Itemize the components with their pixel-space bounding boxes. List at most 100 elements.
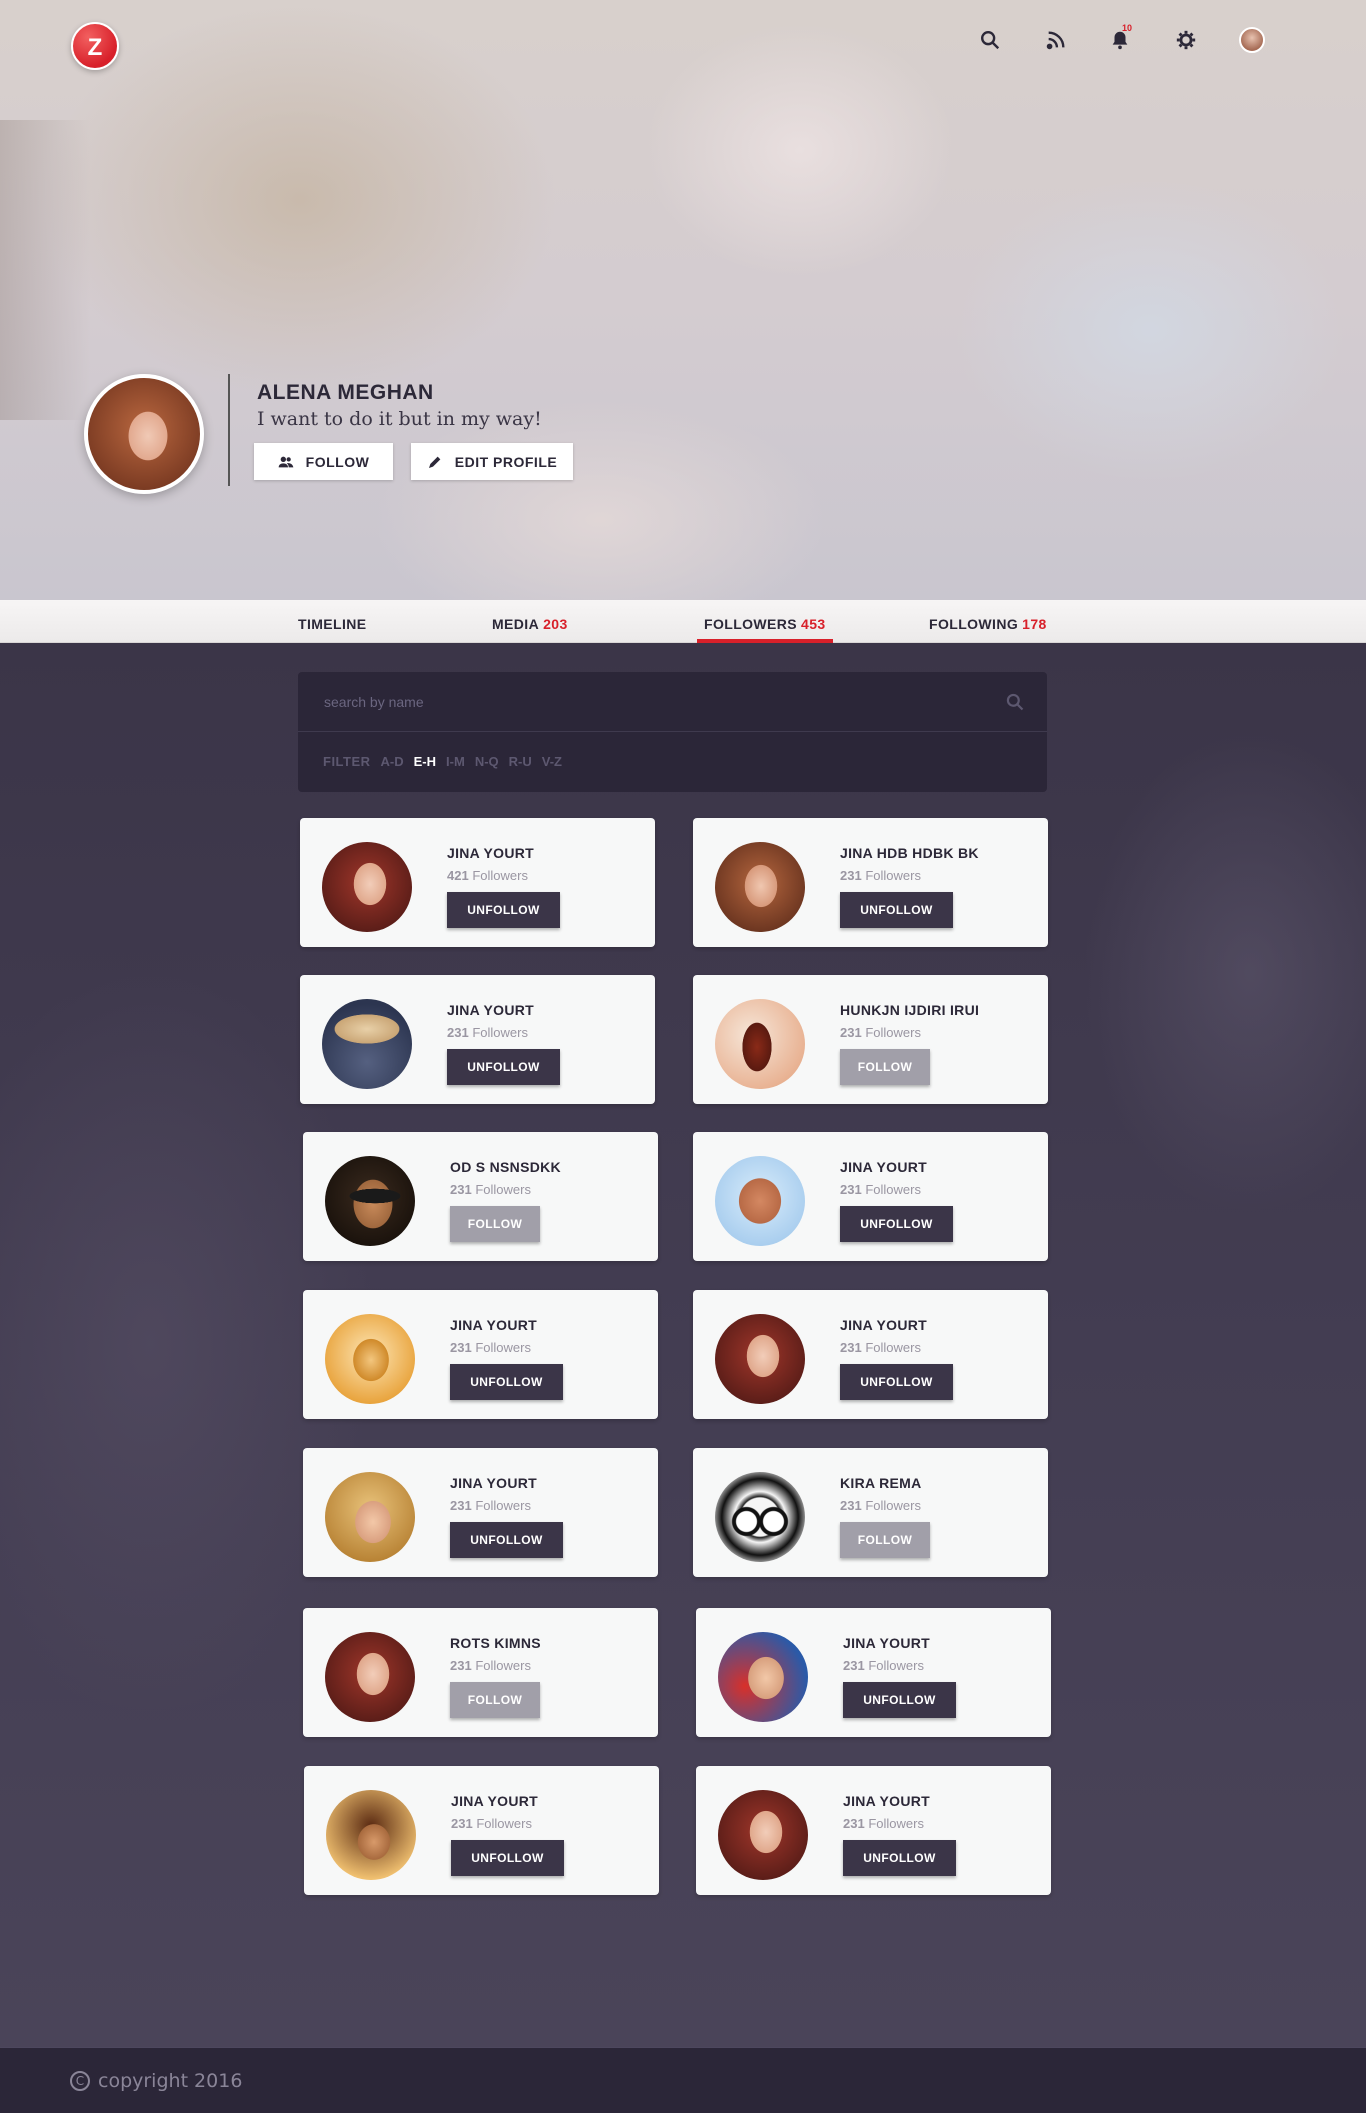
search-panel: FILTER A-D E-H I-M N-Q R-U V-Z bbox=[298, 672, 1047, 792]
follower-name[interactable]: JINA HDB HDBK BK bbox=[840, 845, 979, 861]
follower-count-number: 231 bbox=[840, 1025, 862, 1040]
top-nav: 10 bbox=[966, 23, 1366, 56]
follower-card: OD S NSNSDKK 231 Followers FOLLOW bbox=[303, 1132, 658, 1261]
follower-count-suffix: Followers bbox=[475, 1340, 531, 1355]
follower-name[interactable]: JINA YOURT bbox=[843, 1635, 930, 1651]
avatar[interactable] bbox=[322, 842, 412, 932]
unfollow-button[interactable]: UNFOLLOW bbox=[843, 1682, 956, 1718]
cover-shade bbox=[0, 120, 90, 420]
pencil-icon bbox=[428, 456, 441, 468]
follower-name[interactable]: JINA YOURT bbox=[447, 1002, 534, 1018]
follower-card: JINA YOURT 231 Followers UNFOLLOW bbox=[304, 1766, 659, 1895]
follower-count-suffix: Followers bbox=[865, 1340, 921, 1355]
follower-count-number: 421 bbox=[447, 868, 469, 883]
follower-count-suffix: Followers bbox=[476, 1816, 532, 1831]
follow-button[interactable]: FOLLOW bbox=[450, 1206, 540, 1242]
follow-button[interactable]: FOLLOW bbox=[840, 1049, 930, 1085]
follower-count-number: 231 bbox=[840, 1182, 862, 1197]
follower-count: 231 Followers bbox=[840, 1182, 921, 1197]
follower-name[interactable]: JINA YOURT bbox=[447, 845, 534, 861]
unfollow-button[interactable]: UNFOLLOW bbox=[450, 1522, 563, 1558]
avatar[interactable] bbox=[718, 1790, 808, 1880]
follower-name[interactable]: ROTS KIMNS bbox=[450, 1635, 541, 1651]
avatar[interactable] bbox=[715, 999, 805, 1089]
follower-name[interactable]: JINA YOURT bbox=[840, 1159, 927, 1175]
follower-count-number: 231 bbox=[840, 1340, 862, 1355]
follower-count-suffix: Followers bbox=[865, 1498, 921, 1513]
follower-card: KIRA REMA 231 Followers FOLLOW bbox=[693, 1448, 1048, 1577]
follower-card: JINA YOURT 231 Followers UNFOLLOW bbox=[696, 1766, 1051, 1895]
follower-name[interactable]: JINA YOURT bbox=[843, 1793, 930, 1809]
follower-name[interactable]: JINA YOURT bbox=[451, 1793, 538, 1809]
tab-count: 203 bbox=[543, 616, 568, 632]
main-background bbox=[0, 643, 1366, 2047]
follow-button[interactable]: FOLLOW bbox=[254, 443, 393, 480]
rss-icon[interactable] bbox=[1042, 26, 1070, 54]
search-icon[interactable] bbox=[1005, 692, 1025, 712]
filter-r-u[interactable]: R-U bbox=[509, 754, 532, 769]
avatar[interactable] bbox=[322, 999, 412, 1089]
filter-i-m[interactable]: I-M bbox=[446, 754, 465, 769]
unfollow-button[interactable]: UNFOLLOW bbox=[447, 892, 560, 928]
follow-button-label: FOLLOW bbox=[305, 453, 370, 470]
follower-name[interactable]: OD S NSNSDKK bbox=[450, 1159, 561, 1175]
unfollow-button[interactable]: UNFOLLOW bbox=[447, 1049, 560, 1085]
unfollow-button[interactable]: UNFOLLOW bbox=[840, 1364, 953, 1400]
copyright-icon: C bbox=[70, 2071, 90, 2091]
unfollow-button[interactable]: UNFOLLOW bbox=[450, 1364, 563, 1400]
follower-count: 231 Followers bbox=[843, 1816, 924, 1831]
user-avatar-menu[interactable] bbox=[1238, 26, 1266, 54]
follower-name[interactable]: KIRA REMA bbox=[840, 1475, 922, 1491]
avatar[interactable] bbox=[325, 1156, 415, 1246]
search-input[interactable] bbox=[298, 672, 1047, 732]
follow-button[interactable]: FOLLOW bbox=[450, 1682, 540, 1718]
follower-card: JINA YOURT 231 Followers UNFOLLOW bbox=[693, 1290, 1048, 1419]
follower-name[interactable]: HUNKJN IJDIRI IRUI bbox=[840, 1002, 979, 1018]
profile-tabs: TIMELINE MEDIA 203 FOLLOWERS 453 FOLLOWING… bbox=[0, 600, 1366, 643]
follower-name[interactable]: JINA YOURT bbox=[450, 1475, 537, 1491]
avatar[interactable] bbox=[326, 1790, 416, 1880]
follower-name[interactable]: JINA YOURT bbox=[450, 1317, 537, 1333]
avatar[interactable] bbox=[715, 1472, 805, 1562]
avatar[interactable] bbox=[718, 1632, 808, 1722]
tab-timeline[interactable]: TIMELINE bbox=[298, 616, 367, 632]
follower-name[interactable]: JINA YOURT bbox=[840, 1317, 927, 1333]
follower-count: 231 Followers bbox=[450, 1658, 531, 1673]
gear-icon[interactable] bbox=[1172, 26, 1200, 54]
avatar[interactable] bbox=[715, 842, 805, 932]
filter-e-h[interactable]: E-H bbox=[414, 754, 436, 769]
follow-button[interactable]: FOLLOW bbox=[840, 1522, 930, 1558]
follower-count: 231 Followers bbox=[447, 1025, 528, 1040]
tab-label: MEDIA bbox=[492, 616, 540, 632]
follower-count-suffix: Followers bbox=[868, 1658, 924, 1673]
footer: C copyright 2016 bbox=[0, 2047, 1366, 2113]
tab-media[interactable]: MEDIA 203 bbox=[492, 616, 568, 632]
filter-a-d[interactable]: A-D bbox=[381, 754, 404, 769]
bell-icon[interactable]: 10 bbox=[1106, 23, 1134, 54]
follower-count: 421 Followers bbox=[447, 868, 528, 883]
unfollow-button[interactable]: UNFOLLOW bbox=[840, 1206, 953, 1242]
tab-following[interactable]: FOLLOWING 178 bbox=[929, 616, 1047, 632]
unfollow-button[interactable]: UNFOLLOW bbox=[451, 1840, 564, 1876]
logo[interactable]: Z bbox=[71, 22, 119, 70]
edit-profile-button[interactable]: EDIT PROFILE bbox=[411, 443, 573, 480]
tab-followers[interactable]: FOLLOWERS 453 bbox=[704, 616, 826, 632]
follower-count-suffix: Followers bbox=[475, 1182, 531, 1197]
tab-label: FOLLOWING bbox=[929, 616, 1019, 632]
avatar[interactable] bbox=[325, 1472, 415, 1562]
profile-divider bbox=[228, 374, 230, 486]
profile-avatar bbox=[84, 374, 204, 494]
search-icon[interactable] bbox=[976, 26, 1004, 54]
unfollow-button[interactable]: UNFOLLOW bbox=[843, 1840, 956, 1876]
avatar[interactable] bbox=[715, 1156, 805, 1246]
follower-count: 231 Followers bbox=[450, 1340, 531, 1355]
profile-name: ALENA MEGHAN bbox=[257, 381, 434, 404]
follower-count: 231 Followers bbox=[843, 1658, 924, 1673]
avatar[interactable] bbox=[325, 1314, 415, 1404]
avatar[interactable] bbox=[325, 1632, 415, 1722]
filter-n-q[interactable]: N-Q bbox=[475, 754, 499, 769]
follower-count-suffix: Followers bbox=[472, 868, 528, 883]
filter-v-z[interactable]: V-Z bbox=[542, 754, 562, 769]
avatar[interactable] bbox=[715, 1314, 805, 1404]
unfollow-button[interactable]: UNFOLLOW bbox=[840, 892, 953, 928]
